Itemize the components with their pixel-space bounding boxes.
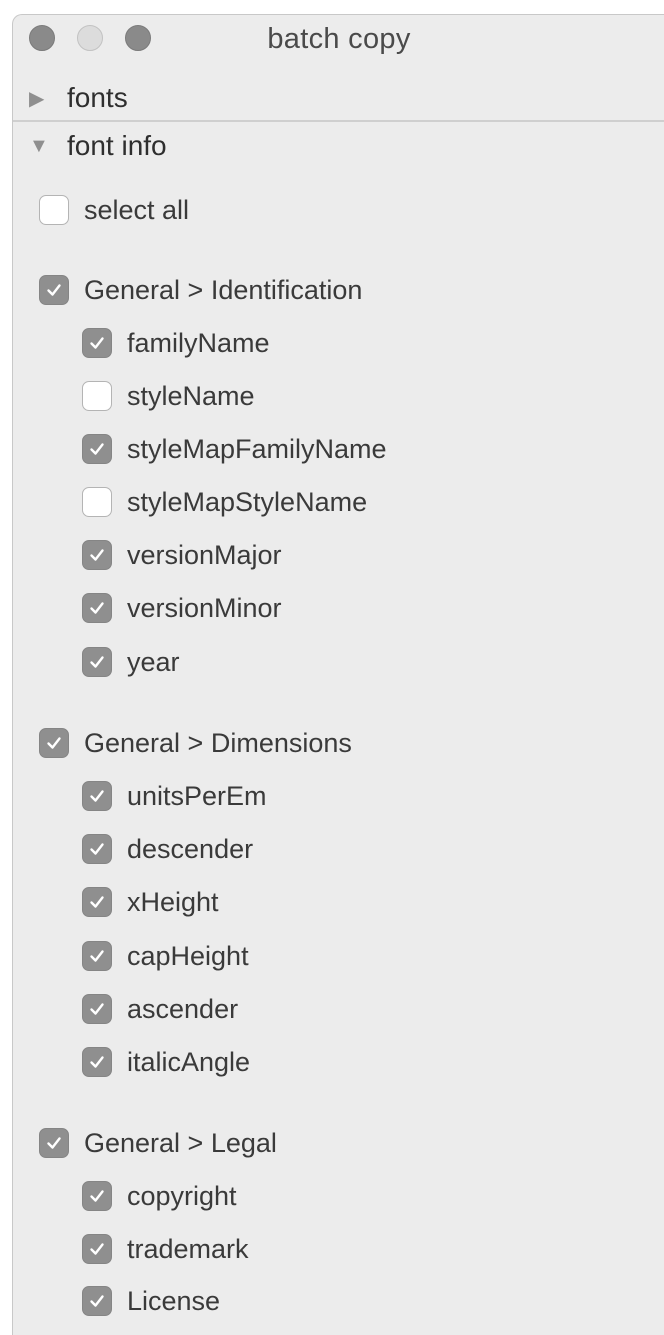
field-checkbox-year[interactable] [82, 647, 112, 677]
group-identification-label: General > Identification [84, 274, 363, 305]
field-row-capHeight[interactable]: capHeight [82, 936, 249, 976]
field-checkbox-versionMinor[interactable] [82, 593, 112, 623]
field-checkbox-capHeight[interactable] [82, 941, 112, 971]
field-checkbox-ascender[interactable] [82, 994, 112, 1024]
checkmark-icon [90, 602, 104, 614]
group-legal-label: General > Legal [84, 1127, 277, 1158]
checkmark-icon [90, 896, 104, 908]
group-identification-row[interactable]: General > Identification [39, 270, 362, 310]
font-info-section-label: font info [67, 130, 167, 161]
field-row-familyName[interactable]: familyName [82, 323, 270, 363]
field-label: versionMinor [127, 592, 282, 623]
field-label: ascender [127, 993, 239, 1024]
field-label: descender [127, 833, 254, 864]
field-checkbox-descender[interactable] [82, 834, 112, 864]
field-row-ascender[interactable]: ascender [82, 989, 238, 1029]
batch-copy-window: batch copy ▶ fonts ▼ font info select al… [12, 14, 664, 1335]
checkmark-icon [90, 443, 104, 455]
checkmark-icon [90, 1243, 104, 1255]
field-row-copyright[interactable]: copyright [82, 1176, 237, 1216]
group-legal-row[interactable]: General > Legal [39, 1123, 277, 1163]
field-checkbox-copyright[interactable] [82, 1181, 112, 1211]
checkmark-icon [47, 1137, 61, 1149]
checkmark-icon [90, 549, 104, 561]
field-label: styleMapFamilyName [127, 433, 387, 464]
field-label: familyName [127, 327, 270, 358]
checkmark-icon [90, 1295, 104, 1307]
field-label: styleName [127, 380, 255, 411]
field-label: versionMajor [127, 539, 282, 570]
field-label: xHeight [127, 886, 219, 917]
field-checkbox-styleMapStyleName[interactable] [82, 487, 112, 517]
fonts-section-toggle[interactable]: ▶ fonts [13, 75, 664, 121]
group-legal-checkbox[interactable] [39, 1128, 69, 1158]
field-checkbox-unitsPerEm[interactable] [82, 781, 112, 811]
checkmark-icon [90, 1056, 104, 1068]
checkmark-icon [90, 950, 104, 962]
field-checkbox-styleMapFamilyName[interactable] [82, 434, 112, 464]
title-bar: batch copy [13, 15, 664, 65]
checkmark-icon [47, 737, 61, 749]
window-title: batch copy [267, 23, 411, 55]
field-row-year[interactable]: year [82, 642, 180, 682]
field-label: copyright [127, 1180, 237, 1211]
field-label: trademark [127, 1233, 249, 1264]
checkmark-icon [90, 1190, 104, 1202]
field-label: capHeight [127, 940, 249, 971]
field-row-italicAngle[interactable]: italicAngle [82, 1042, 250, 1082]
field-row-unitsPerEm[interactable]: unitsPerEm [82, 776, 267, 816]
select-all-row[interactable]: select all [39, 190, 189, 230]
field-row-versionMinor[interactable]: versionMinor [82, 588, 282, 628]
font-info-section-toggle[interactable]: ▼ font info [13, 123, 664, 169]
checkmark-icon [47, 284, 61, 296]
field-row-trademark[interactable]: trademark [82, 1229, 249, 1269]
field-checkbox-License[interactable] [82, 1286, 112, 1316]
fonts-section-label: fonts [67, 82, 128, 113]
field-row-xHeight[interactable]: xHeight [82, 882, 219, 922]
checkmark-icon [90, 843, 104, 855]
checkmark-icon [90, 656, 104, 668]
field-checkbox-italicAngle[interactable] [82, 1047, 112, 1077]
group-identification-checkbox[interactable] [39, 275, 69, 305]
field-checkbox-styleName[interactable] [82, 381, 112, 411]
field-label: unitsPerEm [127, 780, 267, 811]
select-all-checkbox[interactable] [39, 195, 69, 225]
field-row-styleMapStyleName[interactable]: styleMapStyleName [82, 482, 367, 522]
field-row-styleName[interactable]: styleName [82, 376, 255, 416]
field-label: italicAngle [127, 1046, 251, 1077]
field-checkbox-versionMajor[interactable] [82, 540, 112, 570]
field-row-styleMapFamilyName[interactable]: styleMapFamilyName [82, 429, 387, 469]
field-label: styleMapStyleName [127, 486, 368, 517]
group-dimensions-label: General > Dimensions [84, 727, 352, 758]
field-row-License[interactable]: License [82, 1281, 220, 1321]
disclosure-down-icon: ▼ [29, 134, 49, 157]
field-row-descender[interactable]: descender [82, 829, 253, 869]
checkmark-icon [90, 1003, 104, 1015]
checkmark-icon [90, 337, 104, 349]
checkmark-icon [90, 790, 104, 802]
field-label: year [127, 646, 180, 677]
field-label: License [127, 1285, 221, 1316]
section-divider [13, 120, 664, 122]
field-checkbox-xHeight[interactable] [82, 887, 112, 917]
field-row-versionMajor[interactable]: versionMajor [82, 535, 282, 575]
field-checkbox-trademark[interactable] [82, 1234, 112, 1264]
disclosure-right-icon: ▶ [29, 87, 45, 110]
group-dimensions-checkbox[interactable] [39, 728, 69, 758]
field-checkbox-familyName[interactable] [82, 328, 112, 358]
select-all-label: select all [84, 194, 190, 225]
group-dimensions-row[interactable]: General > Dimensions [39, 723, 352, 763]
